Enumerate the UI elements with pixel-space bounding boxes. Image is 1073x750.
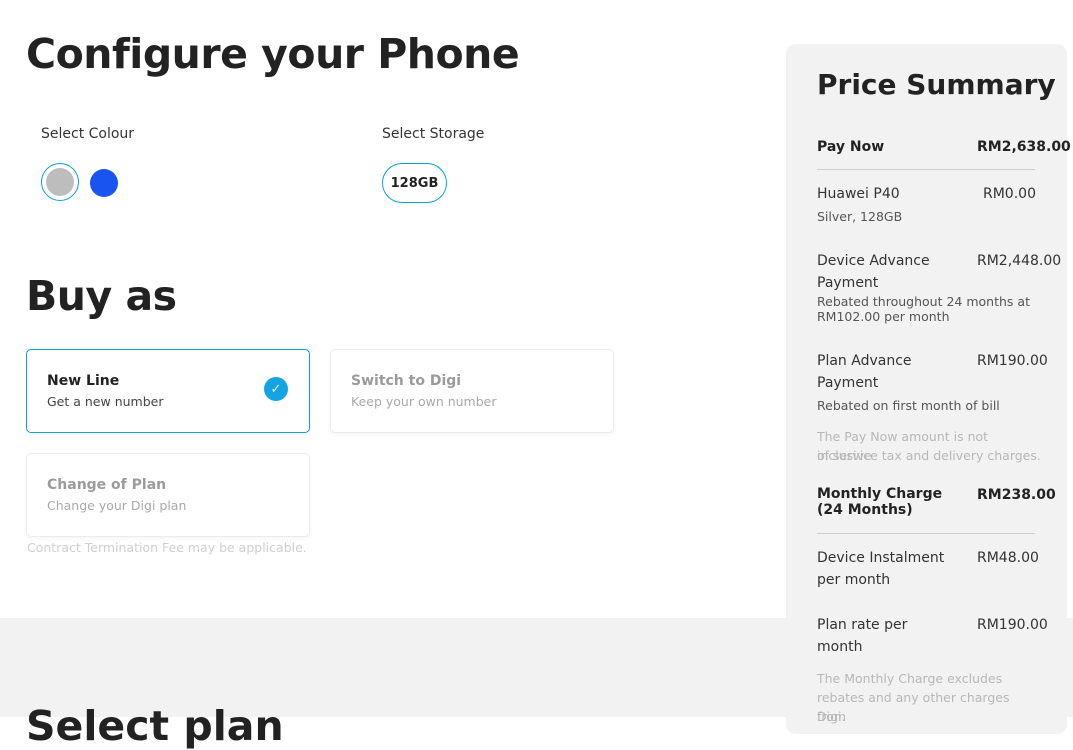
instalment-label-line1: Device Instalment: [817, 550, 945, 566]
colour-swatch-blue[interactable]: [90, 169, 118, 197]
plan-rate-value: RM190.00: [977, 617, 1048, 633]
storage-label: Select Storage: [382, 126, 485, 142]
price-summary-title: Price Summary: [817, 68, 1056, 101]
plan-advance-note: Rebated on first month of bill: [817, 398, 1000, 413]
pay-now-disclaimer-line2: of service tax and delivery charges.: [817, 448, 1041, 463]
monthly-charge-value: RM238.00: [977, 487, 1056, 503]
divider: [817, 169, 1035, 170]
option-title: Change of Plan: [47, 477, 167, 493]
plan-advance-value: RM190.00: [977, 353, 1048, 369]
check-icon: ✓: [264, 377, 288, 401]
buy-option-change-of-plan[interactable]: Change of Plan Change your Digi plan: [26, 453, 310, 537]
monthly-disclaimer-line1: The Monthly Charge excludes: [817, 671, 1003, 686]
monthly-charge-label-line1: Monthly Charge: [817, 486, 943, 502]
plan-rate-label-line1: Plan rate per: [817, 617, 908, 633]
device-advance-note-line1: Rebated throughout 24 months at: [817, 294, 1030, 309]
device-name: Huawei P40: [817, 186, 900, 202]
option-title: New Line: [47, 373, 120, 389]
device-advance-note-line2: RM102.00 per month: [817, 309, 950, 324]
silver-colour-dot: [46, 168, 74, 196]
pay-now-label: Pay Now: [817, 139, 885, 155]
plan-rate-label-line2: month: [817, 639, 863, 655]
buy-option-new-line[interactable]: New Line Get a new number ✓: [26, 349, 310, 433]
device-advance-label-line1: Device Advance: [817, 253, 930, 269]
buy-as-title: Buy as: [26, 272, 177, 320]
storage-option-128gb[interactable]: 128GB: [382, 163, 447, 203]
colour-swatch-silver[interactable]: [41, 163, 79, 201]
device-price: RM0.00: [983, 186, 1036, 202]
next-section-title: Select plan: [26, 702, 284, 750]
instalment-value: RM48.00: [977, 550, 1039, 566]
instalment-label-line2: per month: [817, 572, 891, 588]
device-variant: Silver, 128GB: [817, 209, 903, 224]
device-advance-value: RM2,448.00: [977, 253, 1062, 269]
termination-fee-note: Contract Termination Fee may be applicab…: [27, 540, 307, 555]
pay-now-value: RM2,638.00: [977, 139, 1071, 155]
buy-option-switch-to-digi[interactable]: Switch to Digi Keep your own number: [330, 349, 614, 433]
device-advance-label-line2: Payment: [817, 275, 879, 291]
monthly-charge-label-line2: (24 Months): [817, 502, 913, 518]
option-subtitle: Keep your own number: [351, 394, 497, 409]
plan-advance-label-line1: Plan Advance: [817, 353, 912, 369]
divider: [817, 533, 1035, 534]
plan-advance-label-line2: Payment: [817, 375, 879, 391]
colour-label: Select Colour: [41, 126, 135, 142]
option-subtitle: Get a new number: [47, 394, 164, 409]
page-title: Configure your Phone: [26, 30, 520, 78]
option-title: Switch to Digi: [351, 373, 462, 389]
option-subtitle: Change your Digi plan: [47, 498, 187, 513]
